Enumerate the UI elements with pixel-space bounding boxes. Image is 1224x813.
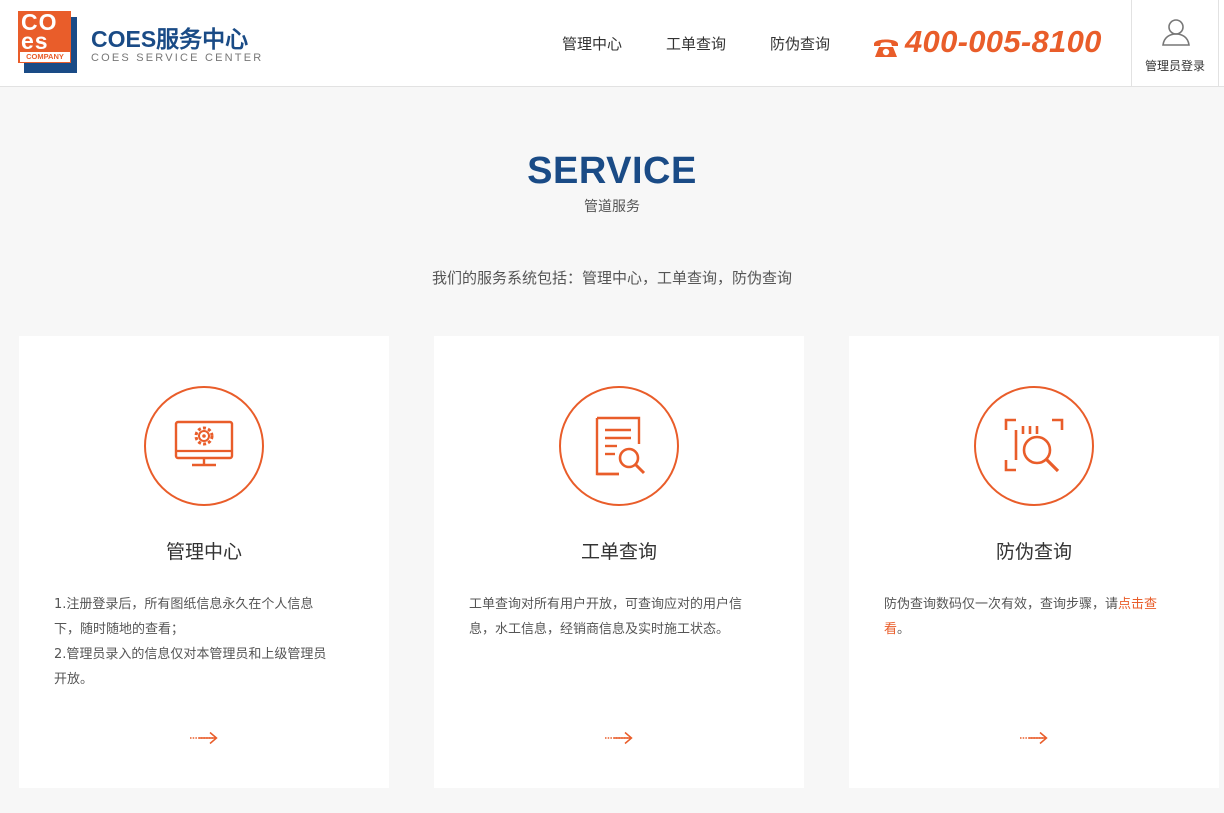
service-card-anti-fake-query: 防伪查询 防伪查询数码仅一次有效，查询步骤，请点击查看。 [849, 336, 1219, 788]
card-title: 工单查询 [580, 541, 657, 563]
logo-text-es: es [21, 28, 49, 54]
card-description-line: 下，随时随地的查看； [54, 622, 185, 637]
brand-title: COES服务中心 [91, 26, 249, 52]
section-title: SERVICE [527, 150, 697, 192]
view-steps-link[interactable]: 点击查 [1118, 597, 1157, 612]
card-icon-circle [974, 386, 1094, 506]
document-search-icon [595, 416, 646, 476]
arrow-right-icon[interactable] [604, 731, 634, 745]
service-card-work-order-query: 工单查询 工单查询对所有用户开放，可查询应对的用户信 息，水工信息，经销商信息及… [434, 336, 804, 788]
card-title: 管理中心 [165, 541, 242, 563]
card-description-text: 防伪查询数码仅一次有效，查询步骤，请 [884, 597, 1119, 612]
view-steps-link[interactable]: 看 [884, 622, 897, 637]
arrow-right-icon[interactable] [1019, 731, 1049, 745]
user-icon [1162, 19, 1190, 46]
coes-logo[interactable]: CO es COMPANY [18, 11, 77, 73]
arrow-right-icon[interactable] [189, 731, 219, 745]
section-description: 我们的服务系统包括：管理中心，工单查询，防伪查询 [431, 269, 792, 287]
card-description-line: 息，水工信息，经销商信息及实时施工状态。 [469, 622, 730, 637]
card-description: 防伪查询数码仅一次有效，查询步骤，请点击查看。 [884, 592, 1190, 642]
card-description: 1.注册登录后，所有图纸信息永久在个人信息 下，随时随地的查看； 2.管理员录入… [54, 592, 360, 692]
service-card-management-center: 管理中心 1.注册登录后，所有图纸信息永久在个人信息 下，随时随地的查看； 2.… [19, 336, 389, 788]
logo-text-company: COMPANY [20, 52, 70, 62]
card-description-line: 工单查询对所有用户开放，可查询应对的用户信 [469, 597, 743, 612]
brand-subtitle: COES SERVICE CENTER [91, 52, 264, 64]
card-description-line: 1.注册登录后，所有图纸信息永久在个人信息 [54, 597, 314, 612]
scan-search-icon [1004, 418, 1064, 473]
card-description: 工单查询对所有用户开放，可查询应对的用户信 息，水工信息，经销商信息及实时施工状… [469, 592, 775, 642]
card-description-line: 开放。 [54, 672, 94, 687]
site-header: CO es COMPANY COES服务中心 COES SERVICE CENT… [0, 0, 1224, 87]
admin-login-button[interactable]: 管理员登录 [1131, 0, 1219, 86]
hotline-number: 400-005-8100 [905, 24, 1102, 59]
nav-item-anti-fake-query[interactable]: 防伪查询 [770, 33, 830, 54]
card-title: 防伪查询 [995, 541, 1072, 563]
card-icon-circle [144, 386, 264, 506]
admin-login-label: 管理员登录 [1144, 59, 1205, 73]
monitor-gear-icon [174, 420, 234, 467]
nav-item-work-order-query[interactable]: 工单查询 [666, 33, 726, 54]
card-description-line: 2.管理员录入的信息仅对本管理员和上级管理员 [54, 647, 327, 662]
card-description-text: 。 [897, 622, 911, 637]
nav-item-management-center[interactable]: 管理中心 [562, 33, 622, 54]
section-subtitle: 管道服务 [584, 199, 640, 215]
card-icon-circle [559, 386, 679, 506]
phone-icon [874, 39, 898, 57]
